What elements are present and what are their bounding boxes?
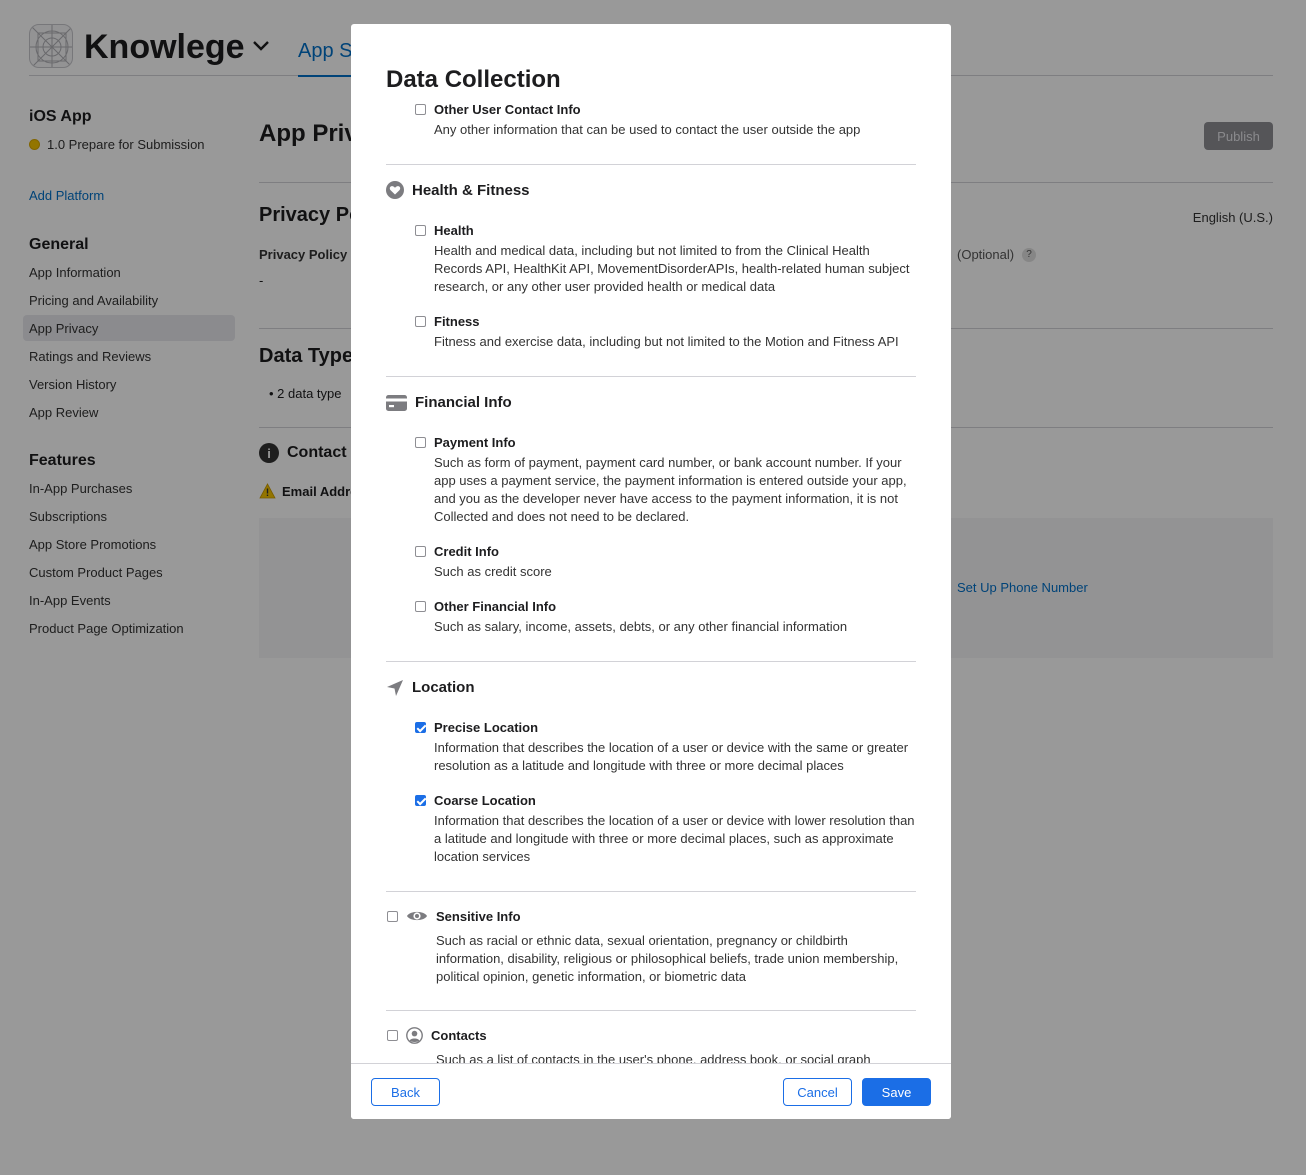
data-collection-modal: Data Collection Other User Contact Info …	[351, 24, 951, 1119]
heart-icon	[386, 181, 404, 199]
credit-card-icon	[386, 395, 407, 411]
other-contact-desc: Any other information that can be used t…	[434, 122, 861, 137]
sensitive-info-checkbox[interactable]	[387, 911, 398, 922]
modal-footer: Back Cancel Save	[351, 1063, 951, 1119]
other-financial-title: Other Financial Info	[434, 599, 557, 614]
eye-icon	[407, 911, 427, 921]
sensitive-info-desc: Such as racial or ethnic data, sexual or…	[436, 933, 899, 984]
back-button[interactable]: Back	[371, 1078, 440, 1106]
location-arrow-icon	[387, 680, 403, 696]
category-location: Location	[412, 679, 475, 696]
coarse-location-desc: Information that describes the location …	[434, 813, 915, 864]
divider	[386, 661, 916, 662]
other-financial-checkbox[interactable]	[415, 601, 426, 612]
person-circle-icon	[406, 1027, 423, 1044]
other-contact-title: Other User Contact Info	[434, 102, 581, 117]
divider	[386, 164, 916, 165]
fitness-title: Fitness	[434, 314, 480, 329]
contacts-title: Contacts	[431, 1028, 487, 1043]
precise-location-title: Precise Location	[434, 720, 539, 735]
other-financial-desc: Such as salary, income, assets, debts, o…	[434, 619, 848, 634]
modal-title: Data Collection	[386, 66, 561, 93]
save-button[interactable]: Save	[862, 1078, 931, 1106]
divider	[386, 376, 916, 377]
credit-info-checkbox[interactable]	[415, 546, 426, 557]
payment-info-title: Payment Info	[434, 435, 516, 450]
health-checkbox[interactable]	[415, 225, 426, 236]
precise-location-desc: Information that describes the location …	[434, 740, 909, 773]
category-financial-info: Financial Info	[415, 394, 512, 411]
contacts-checkbox[interactable]	[387, 1030, 398, 1041]
cancel-button[interactable]: Cancel	[783, 1078, 852, 1106]
payment-info-desc: Such as form of payment, payment card nu…	[434, 455, 907, 524]
health-desc: Health and medical data, including but n…	[434, 243, 910, 294]
precise-location-checkbox[interactable]	[415, 722, 426, 733]
contacts-desc: Such as a list of contacts in the user's…	[436, 1052, 871, 1063]
divider	[386, 891, 916, 892]
sensitive-info-title: Sensitive Info	[436, 909, 521, 924]
other-contact-checkbox[interactable]	[415, 104, 426, 115]
fitness-checkbox[interactable]	[415, 316, 426, 327]
health-title: Health	[434, 223, 474, 238]
modal-scroll-body[interactable]: Data Collection Other User Contact Info …	[351, 24, 951, 1063]
coarse-location-checkbox[interactable]	[415, 795, 426, 806]
fitness-desc: Fitness and exercise data, including but…	[434, 334, 899, 349]
divider	[386, 1010, 916, 1011]
credit-info-desc: Such as credit score	[434, 564, 552, 579]
category-health-fitness: Health & Fitness	[412, 182, 530, 199]
payment-info-checkbox[interactable]	[415, 437, 426, 448]
coarse-location-title: Coarse Location	[434, 793, 536, 808]
credit-info-title: Credit Info	[434, 544, 499, 559]
